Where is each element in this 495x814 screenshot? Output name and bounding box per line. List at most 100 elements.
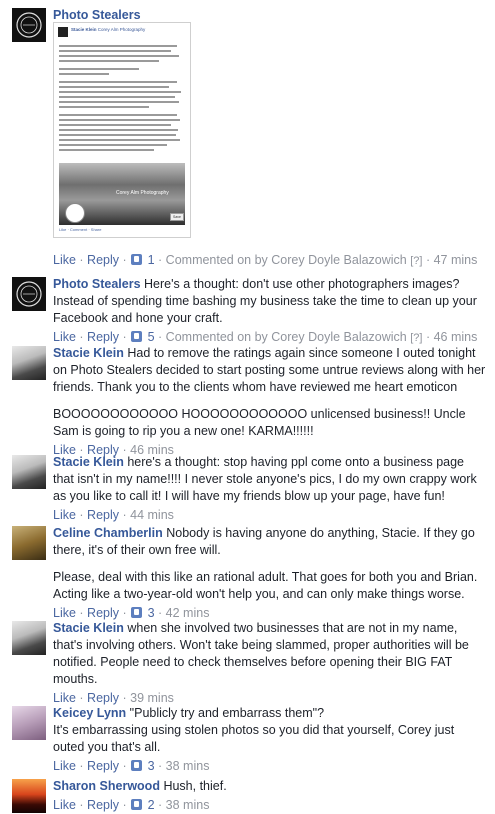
comment-author[interactable]: Stacie Klein bbox=[53, 621, 124, 635]
separator: · bbox=[119, 759, 131, 773]
comment-actions: Like · Reply · 2 · 38 mins bbox=[53, 797, 487, 814]
like-link[interactable]: Like bbox=[53, 759, 76, 773]
attached-screenshot[interactable]: Stacie Klein Corey Alm Photography Corey… bbox=[53, 22, 191, 238]
separator: · bbox=[75, 798, 88, 812]
like-count[interactable]: 1 bbox=[148, 253, 155, 267]
like-link[interactable]: Like bbox=[53, 508, 76, 522]
thumbs-up-icon[interactable] bbox=[131, 760, 143, 771]
blurred-text-line bbox=[59, 60, 159, 62]
like-link[interactable]: Like bbox=[53, 253, 76, 267]
blurred-text-line bbox=[59, 45, 177, 47]
separator: · bbox=[75, 606, 88, 620]
poster-name-text: Stacie Klein bbox=[71, 27, 97, 32]
separator: · bbox=[119, 253, 131, 267]
blurred-text-line bbox=[59, 68, 139, 70]
separator: · bbox=[75, 508, 88, 522]
separator: · bbox=[119, 508, 131, 522]
reply-link[interactable]: Reply bbox=[87, 508, 119, 522]
timestamp[interactable]: 38 mins bbox=[166, 798, 210, 812]
comment-author[interactable]: Photo Stealers bbox=[53, 8, 141, 22]
comment-text-paragraph: It's embarrassing using stolen photos so… bbox=[53, 723, 455, 754]
like-link[interactable]: Like bbox=[53, 330, 76, 344]
avatar[interactable] bbox=[12, 277, 46, 311]
thumbs-up-icon[interactable] bbox=[131, 254, 143, 265]
comment-author[interactable]: Stacie Klein bbox=[53, 346, 124, 360]
separator: · bbox=[75, 330, 88, 344]
blurred-text-line bbox=[59, 124, 171, 126]
blurred-text-line bbox=[59, 55, 179, 57]
avatar[interactable] bbox=[12, 455, 46, 489]
photo-stealers-logo-icon bbox=[16, 12, 42, 38]
blurred-text-line bbox=[59, 149, 154, 151]
help-bracket[interactable]: [?] bbox=[410, 332, 422, 344]
separator: · bbox=[119, 798, 131, 812]
avatar[interactable] bbox=[12, 526, 46, 560]
separator: · bbox=[119, 606, 131, 620]
comment-text-paragraph: BOOOOOOOOOOOO HOOOOOOOOOOOO unlicensed b… bbox=[53, 407, 466, 438]
comment-author[interactable]: Stacie Klein bbox=[53, 455, 124, 469]
reply-link[interactable]: Reply bbox=[87, 798, 119, 812]
save-button: Save bbox=[170, 213, 184, 221]
timestamp[interactable]: 38 mins bbox=[166, 759, 210, 773]
timestamp[interactable]: 47 mins bbox=[434, 253, 478, 267]
like-count[interactable]: 5 bbox=[148, 330, 155, 344]
blurred-text-line bbox=[59, 129, 178, 131]
separator: · bbox=[422, 330, 434, 344]
thumbs-up-icon[interactable] bbox=[131, 607, 143, 618]
comment-author[interactable]: Celine Chamberlin bbox=[53, 526, 163, 540]
blurred-text-line bbox=[59, 91, 181, 93]
blurred-text-line bbox=[59, 81, 177, 83]
comment-text-paragraph: Please, deal with this like an rational … bbox=[53, 570, 478, 601]
timestamp[interactable]: 46 mins bbox=[434, 330, 478, 344]
avatar[interactable] bbox=[12, 346, 46, 380]
avatar[interactable] bbox=[12, 706, 46, 740]
timestamp[interactable]: 42 mins bbox=[166, 606, 210, 620]
mentioned-page: Corey Alm Photography bbox=[97, 27, 146, 32]
reply-link[interactable]: Reply bbox=[87, 606, 119, 620]
like-count[interactable]: 3 bbox=[148, 606, 155, 620]
like-link[interactable]: Like bbox=[53, 606, 76, 620]
separator: · bbox=[154, 606, 166, 620]
separator: · bbox=[75, 253, 88, 267]
comment-author[interactable]: Photo Stealers bbox=[53, 277, 141, 291]
photo-stealers-logo-icon bbox=[16, 281, 42, 307]
comment-actions: Like · Reply · 1 · Commented on by Corey… bbox=[53, 252, 487, 270]
blurred-text-line bbox=[59, 50, 171, 52]
separator: · bbox=[154, 798, 166, 812]
blurred-text-line bbox=[59, 96, 175, 98]
reply-link[interactable]: Reply bbox=[87, 691, 119, 705]
blurred-text-line bbox=[59, 106, 149, 108]
avatar[interactable] bbox=[12, 779, 46, 813]
separator: · bbox=[119, 330, 131, 344]
avatar[interactable] bbox=[12, 621, 46, 655]
blurred-text-line bbox=[59, 73, 109, 75]
blurred-text-line bbox=[59, 101, 179, 103]
thumbs-up-icon[interactable] bbox=[131, 799, 143, 810]
comment-author[interactable]: Sharon Sherwood bbox=[53, 779, 160, 793]
reply-link[interactable]: Reply bbox=[87, 759, 119, 773]
reply-link[interactable]: Reply bbox=[87, 253, 119, 267]
separator: · bbox=[75, 759, 88, 773]
poster-name: Stacie Klein Corey Alm Photography bbox=[71, 27, 145, 32]
comment-text: Hush, thief. bbox=[163, 779, 227, 793]
blurred-text-line bbox=[59, 119, 180, 121]
comment-text: "Publicly try and embarrass them"? bbox=[129, 706, 325, 720]
like-link[interactable]: Like bbox=[53, 691, 76, 705]
timestamp[interactable]: 44 mins bbox=[130, 508, 174, 522]
help-bracket[interactable]: [?] bbox=[410, 255, 422, 267]
timestamp[interactable]: 39 mins bbox=[130, 691, 174, 705]
blurred-text-line bbox=[59, 139, 180, 141]
commented-on-by[interactable]: Commented on by Corey Doyle Balazowich bbox=[166, 253, 407, 267]
like-link[interactable]: Like bbox=[53, 798, 76, 812]
commented-on-by[interactable]: Commented on by Corey Doyle Balazowich bbox=[166, 330, 407, 344]
reply-link[interactable]: Reply bbox=[87, 330, 119, 344]
separator: · bbox=[154, 330, 166, 344]
thumbs-up-icon[interactable] bbox=[131, 331, 143, 342]
separator: · bbox=[422, 253, 434, 267]
avatar[interactable] bbox=[12, 8, 46, 42]
blurred-text-line bbox=[59, 144, 167, 146]
comment-author[interactable]: Keicey Lynn bbox=[53, 706, 126, 720]
like-count[interactable]: 2 bbox=[148, 798, 155, 812]
comment-actions: Like · Reply · 44 mins bbox=[53, 507, 487, 524]
like-count[interactable]: 3 bbox=[148, 759, 155, 773]
